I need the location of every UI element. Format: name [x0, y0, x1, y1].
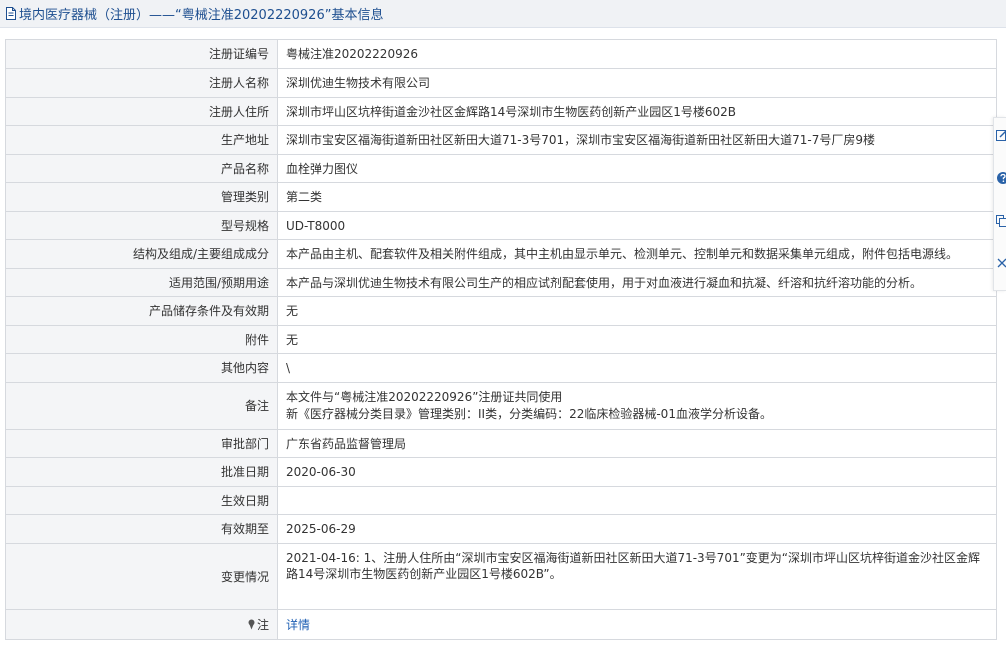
change-history-value: 2021-04-16: 1、注册人住所由“深圳市宝安区福海街道新田社区新田大道7…	[277, 543, 997, 610]
row-value: 深圳市宝安区福海街道新田社区新田大道71-3号701，深圳市宝安区福海街道新田社…	[277, 125, 997, 155]
table-row: 生产地址 深圳市宝安区福海街道新田社区新田大道71-3号701，深圳市宝安区福海…	[5, 125, 997, 155]
table-row: 管理类别 第二类	[5, 182, 997, 212]
table-row: 产品储存条件及有效期 无	[5, 296, 997, 326]
note-label: 注	[5, 609, 278, 640]
row-label: 型号规格	[5, 211, 278, 240]
remarks-line: 新《医疗器械分类目录》管理类别：II类，分类编码：22临床检验器械-01血液学分…	[286, 407, 772, 421]
row-label: 生效日期	[5, 486, 278, 515]
table-row: 型号规格 UD-T8000	[5, 211, 997, 240]
row-label: 产品储存条件及有效期	[5, 296, 278, 326]
page-header: 境内医疗器械（注册）——“粤械注准20202220926”基本信息	[0, 0, 1006, 28]
document-icon	[6, 7, 16, 20]
remarks-value: 本文件与“粤械注准20202220926”注册证共同使用 新《医疗器械分类目录》…	[277, 382, 997, 430]
row-label: 注册证编号	[5, 39, 278, 69]
help-icon[interactable]	[996, 171, 1006, 185]
pin-icon	[248, 619, 255, 629]
page-title: 境内医疗器械（注册）——“粤械注准20202220926”基本信息	[19, 8, 384, 23]
table-row: 产品名称 血栓弹力图仪	[5, 154, 997, 183]
row-label: 变更情况	[5, 543, 278, 610]
row-label: 其他内容	[5, 353, 278, 383]
row-value: 2025-06-29	[277, 514, 997, 544]
row-label: 注册人住所	[5, 97, 278, 126]
table-row: 注 详情	[5, 609, 997, 640]
row-value: 本产品与深圳优迪生物技术有限公司生产的相应试剂配套使用，用于对血液进行凝血和抗凝…	[277, 268, 997, 297]
row-value: 本产品由主机、配套软件及相关附件组成，其中主机由显示单元、检测单元、控制单元和数…	[277, 239, 997, 269]
row-label: 适用范围/预期用途	[5, 268, 278, 297]
row-value: 第二类	[277, 182, 997, 212]
row-value: 2020-06-30	[277, 457, 997, 487]
close-icon[interactable]	[996, 256, 1006, 270]
remarks-line: 本文件与“粤械注准20202220926”注册证共同使用	[286, 390, 563, 404]
row-value: 血栓弹力图仪	[277, 154, 997, 183]
row-label: 批准日期	[5, 457, 278, 487]
row-value: 深圳优迪生物技术有限公司	[277, 68, 997, 98]
row-value: 无	[277, 325, 997, 354]
row-value: 广东省药品监督管理局	[277, 429, 997, 458]
copy-icon[interactable]	[996, 214, 1006, 228]
row-label: 附件	[5, 325, 278, 354]
details-link[interactable]: 详情	[286, 618, 310, 632]
table-row: 附件 无	[5, 325, 997, 354]
edit-icon[interactable]	[996, 128, 1006, 142]
row-label: 管理类别	[5, 182, 278, 212]
table-row: 批准日期 2020-06-30	[5, 457, 997, 487]
table-row: 注册人住所 深圳市坪山区坑梓街道金沙社区金辉路14号深圳市生物医药创新产业园区1…	[5, 97, 997, 126]
row-label: 注册人名称	[5, 68, 278, 98]
row-value: 粤械注准20202220926	[277, 39, 997, 69]
table-row: 生效日期	[5, 486, 997, 515]
row-value	[277, 486, 997, 515]
row-label: 审批部门	[5, 429, 278, 458]
note-label-text: 注	[256, 617, 269, 632]
info-table: 注册证编号 粤械注准20202220926 注册人名称 深圳优迪生物技术有限公司…	[5, 39, 997, 640]
table-row: 其他内容 \	[5, 353, 997, 383]
row-label: 结构及组成/主要组成成分	[5, 239, 278, 269]
table-row: 审批部门 广东省药品监督管理局	[5, 429, 997, 458]
table-row: 变更情况 2021-04-16: 1、注册人住所由“深圳市宝安区福海街道新田社区…	[5, 543, 997, 610]
row-label: 生产地址	[5, 125, 278, 155]
table-row: 适用范围/预期用途 本产品与深圳优迪生物技术有限公司生产的相应试剂配套使用，用于…	[5, 268, 997, 297]
side-toolbar	[993, 117, 1006, 291]
table-row: 注册人名称 深圳优迪生物技术有限公司	[5, 68, 997, 98]
row-label: 产品名称	[5, 154, 278, 183]
row-value: 深圳市坪山区坑梓街道金沙社区金辉路14号深圳市生物医药创新产业园区1号楼602B	[277, 97, 997, 126]
row-value: 详情	[277, 609, 997, 640]
row-label: 备注	[5, 382, 278, 430]
row-value: 无	[277, 296, 997, 326]
table-row: 结构及组成/主要组成成分 本产品由主机、配套软件及相关附件组成，其中主机由显示单…	[5, 239, 997, 269]
table-row: 备注 本文件与“粤械注准20202220926”注册证共同使用 新《医疗器械分类…	[5, 382, 997, 430]
table-row: 有效期至 2025-06-29	[5, 514, 997, 544]
table-row: 注册证编号 粤械注准20202220926	[5, 39, 997, 69]
row-value: UD-T8000	[277, 211, 997, 240]
row-label: 有效期至	[5, 514, 278, 544]
row-value: \	[277, 353, 997, 383]
